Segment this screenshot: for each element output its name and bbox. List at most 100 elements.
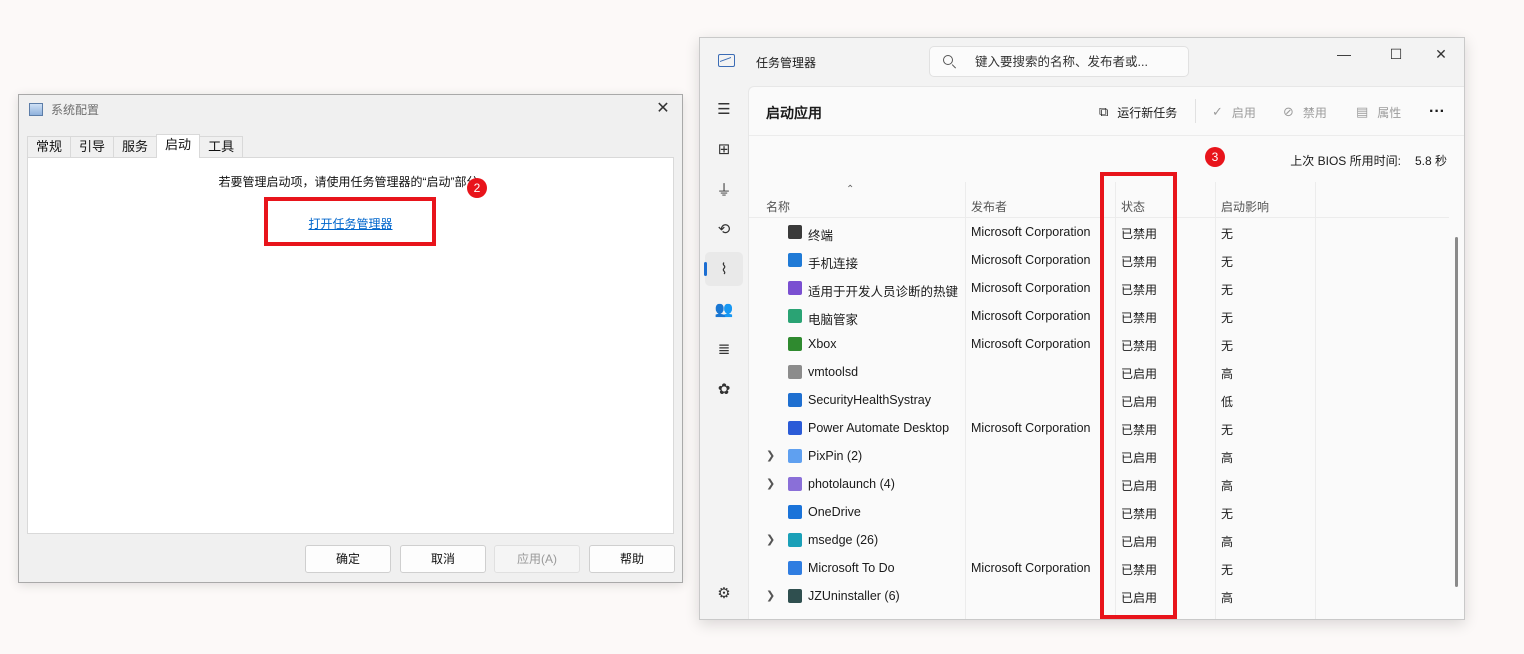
chevron-right-icon[interactable]: ❯ — [766, 449, 775, 462]
app-publisher: Microsoft Corporation — [971, 421, 1091, 435]
help-button[interactable]: 帮助 — [589, 545, 675, 573]
app-startup-impact: 无 — [1221, 255, 1234, 269]
table-row[interactable]: 电脑管家 Microsoft Corporation 已禁用无 — [749, 302, 1449, 330]
tab-startup[interactable]: 启动 — [156, 134, 201, 158]
app-publisher: Microsoft Corporation — [971, 337, 1091, 351]
search-icon — [943, 55, 953, 65]
run-new-task-label: 运行新任务 — [1117, 105, 1178, 120]
toolbar-separator — [1195, 99, 1196, 123]
table-row[interactable]: ❯ PixPin (2) 已启用高 — [749, 442, 1449, 470]
services-icon[interactable]: ✿ — [705, 372, 743, 406]
task-manager-window: 任务管理器 — ☐ ✕ ☰ ⊞ ⏚ ⟲ ⌇ 👥 ≣ ✿ ⚙ 启动应用 ⧉ 运行新… — [699, 37, 1465, 620]
table-row[interactable]: SecurityHealthSystray 已启用低 — [749, 386, 1449, 414]
table-row[interactable]: OneDrive 已禁用无 — [749, 498, 1449, 526]
app-name: SecurityHealthSystray — [808, 393, 931, 407]
startup-apps-table: 终端 Microsoft Corporation 已禁用无手机连接 Microsoft… — [749, 218, 1449, 610]
close-icon[interactable]: ✕ — [654, 100, 672, 118]
startup-tab-panel: 若要管理启动项，请使用任务管理器的“启动”部分。 打开任务管理器 2 — [27, 157, 674, 534]
msconfig-title: 系统配置 — [51, 102, 100, 117]
disable-button[interactable]: ⊘ 禁用 — [1283, 102, 1327, 122]
table-row[interactable]: Power Automate Desktop Microsoft Corporat… — [749, 414, 1449, 442]
app-name: PixPin (2) — [808, 449, 863, 463]
phone-link-icon — [788, 253, 802, 267]
settings-gear-icon[interactable]: ⚙ — [705, 576, 743, 610]
header-divider — [749, 135, 1464, 136]
tab-tools[interactable]: 工具 — [199, 136, 244, 158]
app-startup-impact: 无 — [1221, 227, 1234, 241]
nav-sidebar: ☰ ⊞ ⏚ ⟲ ⌇ 👥 ≣ ✿ ⚙ — [700, 86, 748, 619]
app-name: Xbox — [808, 337, 837, 351]
table-row[interactable]: ❯ msedge (26) 已启用高 — [749, 526, 1449, 554]
app-history-icon[interactable]: ⟲ — [705, 212, 743, 246]
enable-button[interactable]: ✓ 启用 — [1212, 102, 1256, 122]
minimize-icon[interactable]: — — [1332, 44, 1356, 64]
users-icon[interactable]: 👥 — [705, 292, 743, 326]
startup-apps-icon[interactable]: ⌇ — [704, 252, 743, 286]
app-publisher: Microsoft Corporation — [971, 225, 1091, 239]
maximize-icon[interactable]: ☐ — [1384, 44, 1408, 64]
chevron-right-icon[interactable]: ❯ — [766, 589, 775, 602]
table-row[interactable]: 适用于开发人员诊断的热键 Microsoft Corporation 已禁用无 — [749, 274, 1449, 302]
table-row[interactable]: ❯ photolaunch (4) 已启用高 — [749, 470, 1449, 498]
ok-button[interactable]: 确定 — [305, 545, 391, 573]
app-startup-impact: 无 — [1221, 423, 1234, 437]
properties-button[interactable]: ▤ 属性 — [1356, 102, 1401, 122]
processes-icon[interactable]: ⊞ — [705, 132, 743, 166]
column-header-publisher[interactable]: 发布者 — [971, 198, 1007, 215]
startup-message: 若要管理启动项，请使用任务管理器的“启动”部分。 — [218, 175, 491, 189]
app-name: vmtoolsd — [808, 365, 859, 379]
chevron-right-icon[interactable]: ❯ — [766, 477, 775, 490]
app-startup-impact: 高 — [1221, 479, 1234, 493]
details-icon[interactable]: ≣ — [705, 332, 743, 366]
app-name: Power Automate Desktop — [808, 421, 950, 435]
app-startup-impact: 低 — [1221, 395, 1234, 409]
hamburger-menu-icon[interactable]: ☰ — [705, 92, 743, 126]
tab-services[interactable]: 服务 — [113, 136, 158, 158]
cancel-button[interactable]: 取消 — [400, 545, 486, 573]
annotation-highlight-box — [264, 197, 436, 246]
performance-icon[interactable]: ⏚ — [705, 172, 743, 206]
app-startup-impact: 无 — [1221, 563, 1234, 577]
annotation-badge: 2 — [467, 178, 487, 198]
app-name: 电脑管家 — [808, 313, 859, 327]
vertical-scrollbar[interactable] — [1455, 237, 1458, 587]
table-row[interactable]: vmtoolsd 已启用高 — [749, 358, 1449, 386]
enable-label: 启用 — [1231, 105, 1256, 120]
app-startup-impact: 高 — [1221, 535, 1234, 549]
table-row[interactable]: Microsoft To Do Microsoft Corporation 已禁用无 — [749, 554, 1449, 582]
checkmark-icon: ✓ — [1212, 104, 1223, 119]
column-header-impact[interactable]: 启动影响 — [1221, 198, 1269, 215]
msconfig-app-icon — [29, 102, 43, 116]
search-input[interactable] — [975, 53, 1180, 71]
chevron-right-icon[interactable]: ❯ — [766, 533, 775, 546]
run-new-task-button[interactable]: ⧉ 运行新任务 — [1099, 102, 1177, 122]
disable-icon: ⊘ — [1283, 104, 1294, 119]
app-startup-impact: 高 — [1221, 591, 1234, 605]
table-row[interactable]: Xbox Microsoft Corporation 已禁用无 — [749, 330, 1449, 358]
task-manager-logo-icon — [718, 54, 735, 67]
more-options-icon[interactable]: ··· — [1429, 102, 1445, 122]
search-box[interactable] — [929, 46, 1189, 77]
power-automate-icon — [788, 421, 802, 435]
bios-time-value: 5.8 秒 — [1414, 154, 1447, 168]
table-row[interactable]: ❯ JZUninstaller (6) 已启用高 — [749, 582, 1449, 610]
task-manager-titlebar: 任务管理器 — ☐ ✕ — [700, 38, 1464, 86]
table-row[interactable]: 终端 Microsoft Corporation 已禁用无 — [749, 218, 1449, 246]
bios-time: 上次 BIOS 所用时间: 5.8 秒 — [1290, 152, 1447, 169]
app-name: msedge (26) — [808, 533, 879, 547]
tab-general[interactable]: 常规 — [27, 136, 72, 158]
app-startup-impact: 高 — [1221, 367, 1234, 381]
app-name: Microsoft To Do — [808, 561, 895, 575]
vmware-icon — [788, 365, 802, 379]
shield-icon — [788, 393, 802, 407]
app-publisher: Microsoft Corporation — [971, 253, 1091, 267]
app-name: 手机连接 — [808, 257, 859, 271]
close-window-icon[interactable]: ✕ — [1429, 44, 1453, 64]
apply-button[interactable]: 应用(A) — [494, 545, 580, 573]
annotation-badge: 3 — [1205, 147, 1225, 167]
annotation-highlight-box — [1100, 172, 1177, 619]
table-row[interactable]: 手机连接 Microsoft Corporation 已禁用无 — [749, 246, 1449, 274]
tab-boot[interactable]: 引导 — [70, 136, 115, 158]
sort-ascending-icon[interactable]: ⌃ — [846, 184, 854, 195]
column-header-name[interactable]: 名称 — [766, 198, 790, 215]
